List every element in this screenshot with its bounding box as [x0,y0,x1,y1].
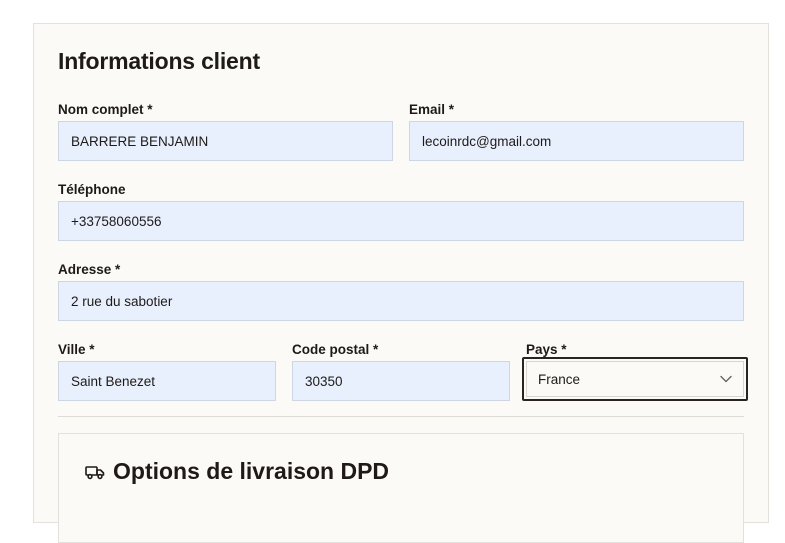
email-input[interactable]: lecoinrdc@gmail.com [409,121,744,161]
country-select[interactable]: France [522,357,748,401]
section-divider [58,416,744,417]
postal-code-label: Code postal * [292,342,379,357]
address-input[interactable]: 2 rue du sabotier [58,281,744,321]
delivery-options-card: Options de livraison DPD [58,433,744,543]
city-label: Ville * [58,342,95,357]
name-input[interactable]: BARRERE BENJAMIN [58,121,393,161]
country-select-value: France [538,371,581,387]
delivery-options-heading: Options de livraison DPD [85,458,389,485]
section-title: Informations client [58,48,260,74]
email-label: Email * [409,102,455,117]
chevron-down-icon [720,375,732,383]
delivery-options-title: Options de livraison DPD [113,458,390,484]
country-label: Pays * [526,342,567,357]
name-label: Nom complet * [58,102,153,117]
customer-info-card: Informations client Nom complet * BARRER… [33,23,769,543]
address-label: Adresse * [58,262,121,277]
truck-icon [85,464,105,480]
phone-label: Téléphone [58,182,126,197]
city-input[interactable]: Saint Benezet [58,361,276,401]
postal-code-input[interactable]: 30350 [292,361,510,401]
phone-input[interactable]: +33758060556 [58,201,744,241]
